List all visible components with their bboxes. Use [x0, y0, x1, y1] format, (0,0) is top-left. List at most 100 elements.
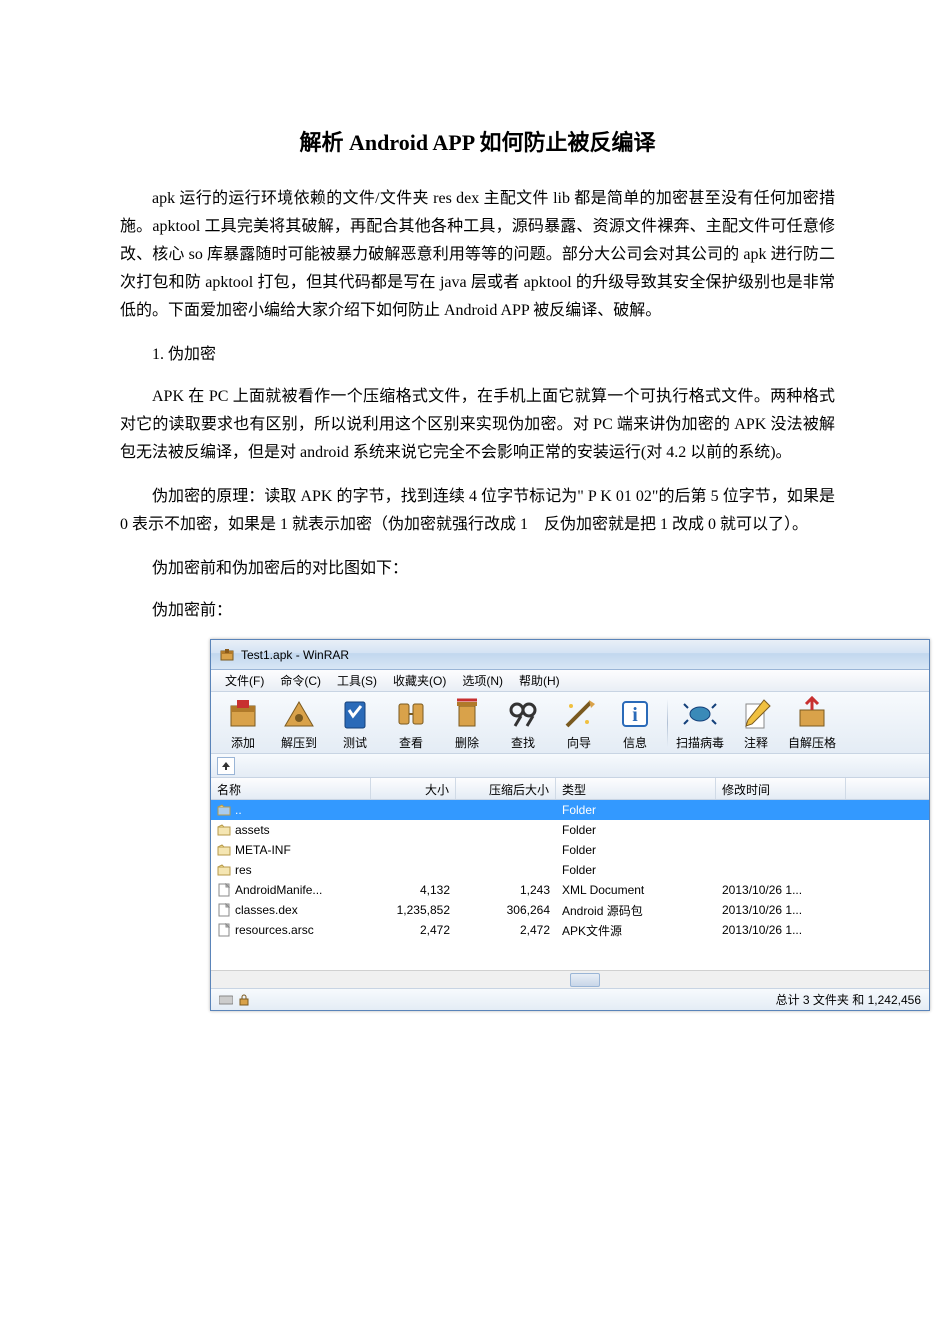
tool-view-label: 查看 [385, 734, 437, 751]
paragraph-3: 伪加密的原理：读取 APK 的字节，找到连续 4 位字节标记为" P K 01 … [120, 483, 835, 539]
find-icon [505, 696, 541, 732]
cell-type: Folder [556, 863, 716, 877]
toolbar: 添加 解压到 测试 查看 删除 查找 [211, 692, 929, 754]
tool-delete[interactable]: 删除 [441, 694, 493, 751]
up-icon [217, 803, 231, 817]
cell-compressed: 306,264 [456, 903, 556, 917]
file-icon [217, 923, 231, 937]
file-list[interactable]: .. Folder assets Folder META-INF Folder res Fol… [211, 800, 929, 970]
cell-name: AndroidManife... [235, 883, 322, 897]
tool-virusscan[interactable]: 扫描病毒 [674, 694, 726, 751]
table-row[interactable]: META-INF Folder [211, 840, 929, 860]
up-button[interactable] [217, 757, 235, 775]
tool-sfx-label: 自解压格 [786, 734, 838, 751]
tool-wizard-label: 向导 [553, 734, 605, 751]
tool-wizard[interactable]: 向导 [553, 694, 605, 751]
tool-virusscan-label: 扫描病毒 [674, 734, 726, 751]
paragraph-2: APK 在 PC 上面就被看作一个压缩格式文件，在手机上面它就算一个可执行格式文… [120, 383, 835, 467]
add-icon [225, 696, 261, 732]
col-type[interactable]: 类型 [556, 778, 716, 799]
info-icon: i [617, 696, 653, 732]
cell-size: 4,132 [371, 883, 456, 897]
cell-compressed: 1,243 [456, 883, 556, 897]
menu-tools[interactable]: 工具(S) [329, 670, 385, 691]
tool-delete-label: 删除 [441, 734, 493, 751]
test-icon [337, 696, 373, 732]
view-icon [393, 696, 429, 732]
tool-view[interactable]: 查看 [385, 694, 437, 751]
file-icon [217, 883, 231, 897]
tool-comment[interactable]: 注释 [730, 694, 782, 751]
section-heading-1: 1. 伪加密 [120, 341, 835, 369]
tool-extract[interactable]: 解压到 [273, 694, 325, 751]
winrar-window: Test1.apk - WinRAR 文件(F) 命令(C) 工具(S) 收藏夹… [210, 639, 930, 1011]
cell-size: 1,235,852 [371, 903, 456, 917]
table-row[interactable]: resources.arsc2,4722,472APK文件源2013/10/26… [211, 920, 929, 940]
tool-comment-label: 注释 [730, 734, 782, 751]
window-titlebar[interactable]: Test1.apk - WinRAR [211, 640, 929, 670]
menu-favorites[interactable]: 收藏夹(O) [385, 670, 454, 691]
menu-options[interactable]: 选项(N) [454, 670, 511, 691]
window-title: Test1.apk - WinRAR [241, 648, 349, 662]
tool-sfx[interactable]: 自解压格 [786, 694, 838, 751]
status-text: 总计 3 文件夹 和 1,242,456 [776, 991, 921, 1008]
col-size[interactable]: 大小 [371, 778, 456, 799]
pathbar [211, 754, 929, 778]
virusscan-icon [682, 696, 718, 732]
scrollbar-thumb[interactable] [570, 973, 600, 987]
cell-type: Folder [556, 823, 716, 837]
cell-name: assets [235, 823, 270, 837]
up-arrow-icon [221, 761, 231, 771]
col-date[interactable]: 修改时间 [716, 778, 846, 799]
cell-size: 2,472 [371, 923, 456, 937]
cell-date: 2013/10/26 1... [716, 903, 846, 917]
tool-add[interactable]: 添加 [217, 694, 269, 751]
tool-find[interactable]: 查找 [497, 694, 549, 751]
cell-type: Folder [556, 803, 716, 817]
cell-type: Android 源码包 [556, 902, 716, 919]
horizontal-scrollbar[interactable] [211, 970, 929, 988]
menu-help[interactable]: 帮助(H) [511, 670, 568, 691]
folder-icon [217, 823, 231, 837]
col-compressed[interactable]: 压缩后大小 [456, 778, 556, 799]
paragraph-4: 伪加密前和伪加密后的对比图如下： [120, 555, 835, 583]
table-row[interactable]: .. Folder [211, 800, 929, 820]
menu-file[interactable]: 文件(F) [217, 670, 272, 691]
document-page: 解析 Android APP 如何防止被反编译 apk 运行的运行环境依赖的文件… [0, 0, 945, 1051]
svg-text:i: i [632, 704, 638, 726]
tool-test-label: 测试 [329, 734, 381, 751]
tool-test[interactable]: 测试 [329, 694, 381, 751]
table-row[interactable]: assets Folder [211, 820, 929, 840]
cell-date: 2013/10/26 1... [716, 923, 846, 937]
cell-name: .. [235, 803, 242, 817]
paragraph-1: apk 运行的运行环境依赖的文件/文件夹 res dex 主配文件 lib 都是… [120, 185, 835, 325]
cell-name: res [235, 863, 252, 877]
delete-icon [449, 696, 485, 732]
folder-icon [217, 863, 231, 877]
tool-extract-label: 解压到 [273, 734, 325, 751]
cell-name: META-INF [235, 843, 291, 857]
paragraph-5: 伪加密前： [120, 597, 835, 625]
table-row[interactable]: res Folder [211, 860, 929, 880]
cell-type: APK文件源 [556, 922, 716, 939]
menu-commands[interactable]: 命令(C) [272, 670, 329, 691]
cell-date: 2013/10/26 1... [716, 883, 846, 897]
winrar-app-icon [219, 647, 235, 663]
col-name[interactable]: 名称 [211, 778, 371, 799]
cell-compressed: 2,472 [456, 923, 556, 937]
tool-info[interactable]: i 信息 [609, 694, 661, 751]
cell-name: classes.dex [235, 903, 298, 917]
tool-add-label: 添加 [217, 734, 269, 751]
disk-icon [219, 994, 233, 1006]
sfx-icon [794, 696, 830, 732]
cell-type: XML Document [556, 883, 716, 897]
table-row[interactable]: classes.dex 1,235,852306,264Android 源码包20… [211, 900, 929, 920]
cell-type: Folder [556, 843, 716, 857]
comment-icon [738, 696, 774, 732]
toolbar-separator [667, 699, 668, 747]
status-left [219, 994, 251, 1006]
statusbar: 总计 3 文件夹 和 1,242,456 [211, 988, 929, 1010]
wizard-icon [561, 696, 597, 732]
tool-info-label: 信息 [609, 734, 661, 751]
table-row[interactable]: AndroidManife... 4,1321,243XML Document20… [211, 880, 929, 900]
